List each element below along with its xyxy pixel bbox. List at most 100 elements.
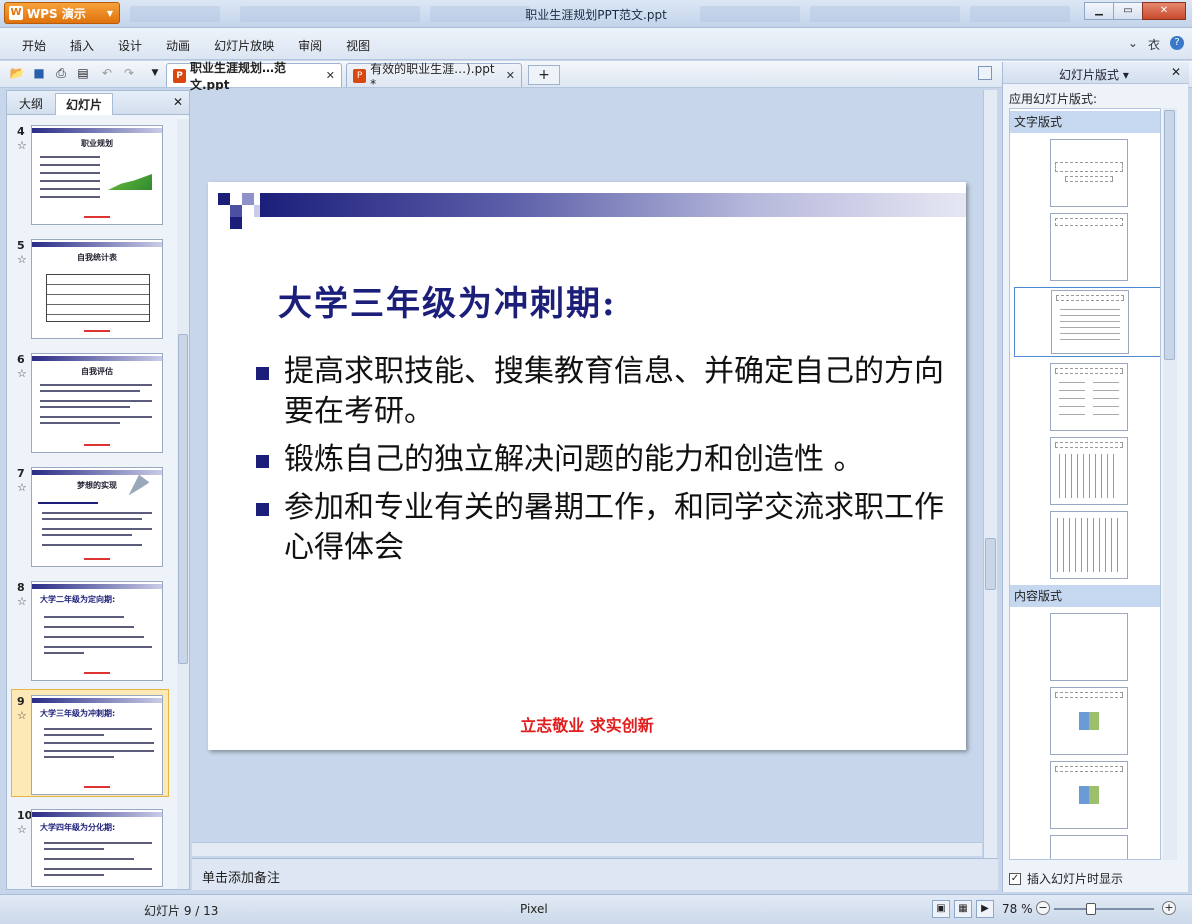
slideshow-button[interactable]: ▶ — [976, 900, 994, 918]
layout-content-only[interactable] — [1050, 761, 1128, 829]
zoom-out-icon[interactable]: − — [1036, 901, 1050, 915]
close-window-button[interactable]: ✕ — [1142, 2, 1186, 20]
star-icon: ☆ — [17, 595, 27, 608]
slide-footer-slogan[interactable]: 立志敬业 求实创新 — [208, 712, 966, 736]
slide-thumbnail[interactable]: 大学四年级为分化期: — [31, 809, 163, 887]
skin-icon[interactable]: 衣 — [1148, 36, 1160, 53]
thumbnail-number: 8 — [17, 581, 25, 594]
content-placeholder-icon — [1079, 786, 1099, 804]
menu-slideshow[interactable]: 幻灯片放映 — [202, 28, 286, 60]
zoom-knob[interactable] — [1086, 903, 1096, 915]
tab-document-2[interactable]: P 有效的职业生涯…).ppt * ✕ — [346, 62, 522, 91]
layout-more[interactable] — [1050, 835, 1128, 859]
slides-panel-scrollbar[interactable] — [177, 119, 189, 889]
slide-sorter-button[interactable]: ▦ — [954, 900, 972, 918]
print-icon[interactable]: ⎙ — [52, 64, 70, 82]
collapse-ribbon-icon[interactable]: ⌄ — [1128, 36, 1138, 53]
open-folder-icon[interactable]: 📂 — [8, 64, 26, 82]
tab-slides[interactable]: 幻灯片 — [55, 93, 114, 115]
slide-thumbnail[interactable]: 自我统计表 — [31, 239, 163, 339]
close-tab-icon[interactable]: ✕ — [506, 69, 515, 82]
close-pane-icon[interactable]: ✕ — [1171, 65, 1181, 79]
square-bullet-icon — [256, 503, 269, 516]
menu-bar: 开始 插入 设计 动画 幻灯片放映 审阅 视图 — [0, 28, 1192, 60]
window-title: 职业生涯规划PPT范文.ppt — [525, 8, 667, 22]
star-icon: ☆ — [17, 367, 27, 380]
layout-title-slide[interactable] — [1050, 139, 1128, 207]
show-on-insert-checkbox[interactable]: ✓ 插入幻灯片时显示 — [1009, 870, 1123, 887]
save-icon[interactable]: ■ — [30, 64, 48, 82]
undo-icon[interactable]: ↶ — [98, 64, 116, 82]
ppt-file-icon: P — [353, 68, 367, 83]
star-icon: ☆ — [17, 253, 27, 266]
thumbnail-title: 自我统计表 — [77, 253, 117, 262]
notes-pane[interactable]: 单击添加备注 — [192, 858, 998, 890]
star-icon: ☆ — [17, 139, 27, 152]
text-layouts-header: 文字版式 — [1010, 111, 1160, 133]
task-pane-scrollbar[interactable] — [1163, 108, 1177, 860]
slide-counter: 幻灯片 9 / 13 — [144, 904, 219, 918]
scrollbar-thumb[interactable] — [985, 538, 996, 590]
slide[interactable]: 大学三年级为冲刺期: 提高求职技能、搜集教育信息、并确定自己的方向要在考研。 锻… — [208, 182, 966, 750]
toolbar-dropdown-icon[interactable]: ▼ — [146, 64, 164, 82]
thumbnail-number: 5 — [17, 239, 25, 252]
slides-panel-tabs: 大纲 幻灯片 ✕ — [7, 91, 189, 115]
redo-icon[interactable]: ↷ — [120, 64, 138, 82]
layout-vertical-text[interactable] — [1050, 437, 1128, 505]
bullet-item: 锻炼自己的独立解决问题的能力和创造性 。 — [256, 440, 946, 480]
apply-layout-label: 应用幻灯片版式: — [1009, 92, 1098, 106]
thumbnail-title: 自我评估 — [81, 367, 113, 376]
layout-task-pane: 幻灯片版式 ▾ ✕ 应用幻灯片版式: 文字版式 内容版式 ✓ 插入幻灯片时显示 — [1002, 62, 1189, 892]
canvas-vertical-scrollbar[interactable] — [983, 90, 997, 858]
print-preview-icon[interactable]: ▤ — [74, 64, 92, 82]
tab-document-1[interactable]: P 职业生涯规划…范文.ppt ✕ — [166, 61, 342, 92]
layout-title-content[interactable] — [1050, 687, 1128, 755]
normal-view-button[interactable]: ▣ — [932, 900, 950, 918]
checkbox-checked-icon[interactable]: ✓ — [1009, 872, 1021, 885]
slide-thumbnail[interactable]: 大学二年级为定向期: — [31, 581, 163, 681]
bullet-text: 提高求职技能、搜集教育信息、并确定自己的方向要在考研。 — [284, 354, 944, 429]
status-bar: 幻灯片 9 / 13 Pixel ▣ ▦ ▶ 78 % − + — [0, 894, 1192, 924]
zoom-in-icon[interactable]: + — [1162, 901, 1176, 915]
minimize-button[interactable]: ▁ — [1084, 2, 1114, 20]
layout-blank[interactable] — [1050, 613, 1128, 681]
new-tab-button[interactable]: + — [528, 65, 560, 85]
tab-outline[interactable]: 大纲 — [9, 93, 53, 115]
slide-thumbnail-selected[interactable]: 大学三年级为冲刺期: — [31, 695, 163, 795]
close-panel-icon[interactable]: ✕ — [173, 95, 183, 109]
thumbnail-number: 9 — [17, 695, 25, 708]
menu-insert[interactable]: 插入 — [58, 28, 106, 60]
menu-design[interactable]: 设计 — [106, 28, 154, 60]
thumbnail-number: 4 — [17, 125, 25, 138]
slide-bullets[interactable]: 提高求职技能、搜集教育信息、并确定自己的方向要在考研。 锻炼自己的独立解决问题的… — [256, 352, 946, 576]
layout-list: 文字版式 内容版式 — [1009, 108, 1161, 860]
layout-title-and-text[interactable] — [1014, 287, 1160, 357]
canvas-horizontal-scrollbar[interactable] — [192, 842, 982, 856]
close-tab-icon[interactable]: ✕ — [326, 69, 335, 82]
slide-title[interactable]: 大学三年级为冲刺期: — [278, 276, 617, 325]
layout-two-column-text[interactable] — [1050, 363, 1128, 431]
thumbnail-number: 6 — [17, 353, 25, 366]
task-pane-title[interactable]: 幻灯片版式 ▾ — [1059, 66, 1129, 83]
slide-thumbnail[interactable]: 梦想的实现 — [31, 467, 163, 567]
layout-title-only[interactable] — [1050, 213, 1128, 281]
help-icon[interactable]: ? — [1170, 36, 1184, 50]
slide-thumbnail[interactable]: 自我评估 — [31, 353, 163, 453]
panel-toggle-icon[interactable] — [978, 66, 992, 80]
maximize-button[interactable]: ▭ — [1113, 2, 1143, 20]
bullet-text: 参加和专业有关的暑期工作，和同学交流求职工作心得体会 — [284, 490, 944, 565]
slide-thumbnail[interactable]: 职业规划 — [31, 125, 163, 225]
tab-label: 职业生涯规划…范文.ppt — [190, 60, 287, 92]
thumbnail-title: 大学三年级为冲刺期: — [40, 709, 116, 718]
menu-home[interactable]: 开始 — [10, 28, 58, 60]
star-icon: ☆ — [17, 481, 27, 494]
layout-vertical-title-text[interactable] — [1050, 511, 1128, 579]
menu-animation[interactable]: 动画 — [154, 28, 202, 60]
zoom-slider[interactable]: − + — [1036, 899, 1176, 919]
scrollbar-thumb[interactable] — [178, 334, 188, 664]
menu-review[interactable]: 审阅 — [286, 28, 334, 60]
menu-view[interactable]: 视图 — [334, 28, 382, 60]
ppt-file-icon: P — [173, 68, 186, 83]
scrollbar-thumb[interactable] — [1164, 110, 1175, 360]
bullet-item: 参加和专业有关的暑期工作，和同学交流求职工作心得体会 — [256, 488, 946, 568]
